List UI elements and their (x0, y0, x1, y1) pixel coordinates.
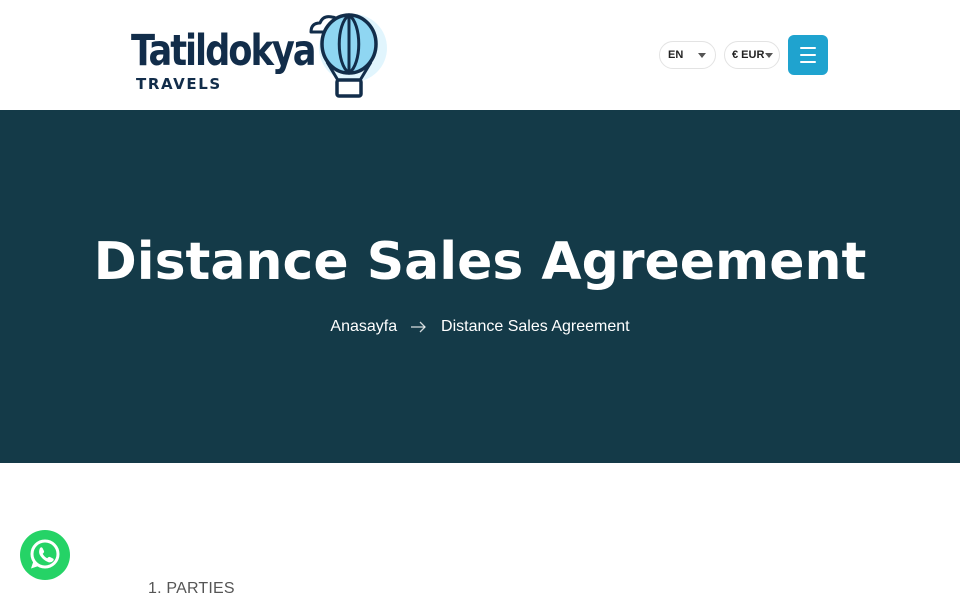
breadcrumb: Anasayfa Distance Sales Agreement (0, 319, 960, 335)
breadcrumb-home-link[interactable]: Anasayfa (330, 319, 397, 335)
language-value: EN (668, 49, 684, 61)
site-logo[interactable]: Tatildokya TRAVELS (131, 12, 391, 104)
page-hero: Distance Sales Agreement Anasayfa Distan… (0, 110, 960, 463)
currency-select[interactable]: € EUR (724, 41, 780, 69)
logo-name: Tatildokya (131, 26, 317, 76)
arrow-right-icon (410, 321, 426, 333)
whatsapp-button[interactable] (20, 530, 70, 580)
chevron-down-icon (698, 53, 706, 58)
language-select[interactable]: EN (659, 41, 716, 69)
hot-air-balloon-icon (309, 13, 387, 98)
whatsapp-icon (30, 539, 60, 569)
page-title: Distance Sales Agreement (93, 232, 867, 292)
site-header: Tatildokya TRAVELS EN € EUR (0, 0, 960, 110)
menu-button[interactable] (788, 35, 828, 75)
logo-tagline: TRAVELS (136, 75, 222, 93)
currency-value: € EUR (732, 49, 765, 61)
section-heading: 1. PARTIES (148, 580, 235, 597)
chevron-down-icon (765, 53, 773, 58)
breadcrumb-current: Distance Sales Agreement (441, 318, 630, 335)
